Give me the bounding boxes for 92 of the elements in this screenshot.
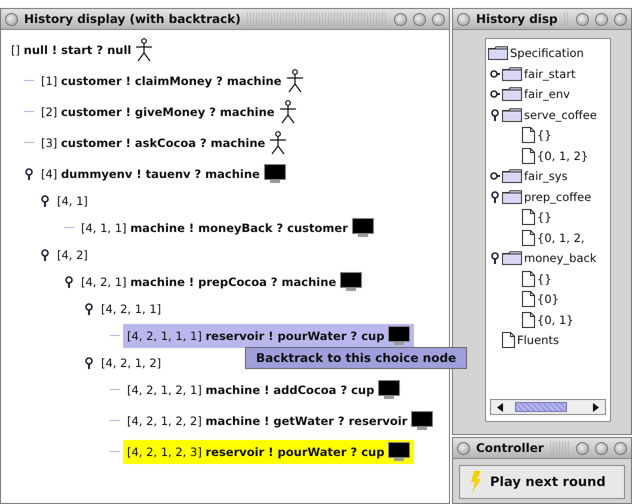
expand-handle-icon[interactable] <box>490 252 500 264</box>
tree-item[interactable]: prep_coffee <box>524 190 592 204</box>
monitor-icon <box>264 164 286 184</box>
context-menu[interactable]: Backtrack to this choice node <box>245 347 468 369</box>
window-button[interactable] <box>614 442 627 454</box>
tree-item[interactable]: fair_sys <box>524 169 568 184</box>
tree-item[interactable]: {} <box>537 210 552 224</box>
window-button[interactable] <box>457 12 470 26</box>
monitor-icon <box>378 380 400 400</box>
tree-item[interactable]: Fluents <box>517 333 559 348</box>
expand-handle-icon[interactable] <box>490 68 500 80</box>
monitor-icon <box>352 218 374 238</box>
expand-handle-icon[interactable] <box>24 168 34 180</box>
window-button[interactable] <box>595 442 608 454</box>
folder-icon <box>502 190 522 204</box>
window-button[interactable] <box>432 12 445 26</box>
folder-icon <box>502 251 522 266</box>
title-grip[interactable] <box>246 12 388 26</box>
document-icon <box>522 291 535 308</box>
tree-node[interactable]: [4, 2] <box>53 246 92 264</box>
window-title: Controller <box>476 441 544 455</box>
folder-icon <box>502 87 522 102</box>
lightning-icon <box>470 471 482 493</box>
scroll-left-icon[interactable] <box>497 402 503 412</box>
monitor-icon <box>388 326 410 346</box>
tree-node[interactable]: [4, 2, 1] machine ! prepCocoa ? machine <box>77 270 366 294</box>
tree-node[interactable]: [3] customer ! askCocoa ? machine <box>37 128 292 156</box>
tree-item[interactable]: Specification <box>510 46 584 60</box>
tree-item[interactable]: {0, 1, 2, <box>537 230 585 245</box>
tree-node[interactable]: [4, 2, 1, 1, 1] reservoir ! pourWater ? cup <box>123 324 414 348</box>
expand-handle-icon[interactable] <box>84 356 94 368</box>
document-icon <box>522 312 535 328</box>
tree-item[interactable]: {0} <box>537 292 559 306</box>
tree-node[interactable]: [4, 2, 1, 2, 2] machine ! getWater ? reservoir <box>123 408 438 432</box>
document-icon <box>522 127 535 144</box>
tree-node[interactable]: [4, 2, 1, 1] <box>97 300 166 318</box>
tree-node[interactable]: [4, 2, 1, 2, 1] machine ! addCocoa ? cup <box>123 378 404 402</box>
tree-node[interactable]: [4, 1] <box>53 192 92 210</box>
tree-node[interactable]: [4, 1, 1] machine ! moneyBack ? customer <box>77 216 378 240</box>
document-icon <box>522 230 535 246</box>
title-grip[interactable] <box>564 12 570 26</box>
tree-node[interactable]: [4, 2, 1, 2] <box>97 354 166 372</box>
window-button[interactable] <box>413 12 426 26</box>
stick-figure-icon <box>286 68 304 92</box>
tree-node[interactable]: [] null ! start ? null <box>7 36 158 64</box>
window-button[interactable] <box>614 12 627 26</box>
tree-item[interactable]: {} <box>537 272 552 286</box>
document-icon <box>522 270 535 287</box>
horizontal-scrollbar[interactable] <box>490 399 606 415</box>
tree-item[interactable]: money_back <box>524 251 596 266</box>
title-grip[interactable] <box>550 441 570 455</box>
tree-item[interactable]: {} <box>537 128 552 142</box>
expand-handle-icon[interactable] <box>490 108 500 121</box>
monitor-icon <box>340 272 362 292</box>
window-button[interactable] <box>5 12 18 26</box>
tree-node[interactable]: [4, 2, 1, 2, 3] reservoir ! pourWater ? cup <box>123 440 414 464</box>
folder-icon <box>502 108 522 122</box>
window-button[interactable] <box>457 442 470 454</box>
document-icon <box>522 148 535 164</box>
folder-icon <box>502 169 522 184</box>
window-button[interactable] <box>394 12 407 26</box>
folder-icon <box>488 46 508 60</box>
expand-handle-icon[interactable] <box>490 88 500 100</box>
window-button[interactable] <box>576 12 589 26</box>
expand-handle-icon[interactable] <box>40 194 50 206</box>
expand-handle-icon[interactable] <box>40 248 50 260</box>
stick-figure-icon <box>269 130 288 154</box>
monitor-icon <box>411 410 434 430</box>
monitor-icon <box>388 442 410 462</box>
tree-node[interactable]: [1] customer ! claimMoney ? machine <box>37 66 308 94</box>
folder-icon <box>502 66 522 81</box>
tree-item[interactable]: {0, 1, 2} <box>537 148 588 163</box>
document-icon <box>502 332 515 348</box>
tree-item[interactable]: {0, 1} <box>537 312 574 327</box>
window-title: History display (with backtrack) <box>24 12 241 26</box>
window-title: History disp <box>476 12 558 26</box>
play-next-round-button[interactable]: Play next round <box>459 465 625 499</box>
tree-node[interactable]: [4] dummyenv ! tauenv ? machine <box>37 162 290 186</box>
expand-handle-icon[interactable] <box>64 276 74 288</box>
document-icon <box>522 209 535 226</box>
window-button[interactable] <box>576 442 589 454</box>
tree-node[interactable]: [2] customer ! giveMoney ? machine <box>37 98 301 126</box>
stick-figure-icon <box>135 38 154 62</box>
expand-handle-icon[interactable] <box>84 302 94 314</box>
stick-figure-icon <box>278 100 297 124</box>
expand-handle-icon[interactable] <box>490 170 500 182</box>
scroll-right-icon[interactable] <box>593 402 599 412</box>
expand-handle-icon[interactable] <box>490 190 500 203</box>
tree-item[interactable]: fair_start <box>524 66 576 81</box>
tree-item[interactable]: serve_coffee <box>524 108 597 122</box>
window-button[interactable] <box>595 12 608 26</box>
tree-item[interactable]: fair_env <box>524 87 570 102</box>
